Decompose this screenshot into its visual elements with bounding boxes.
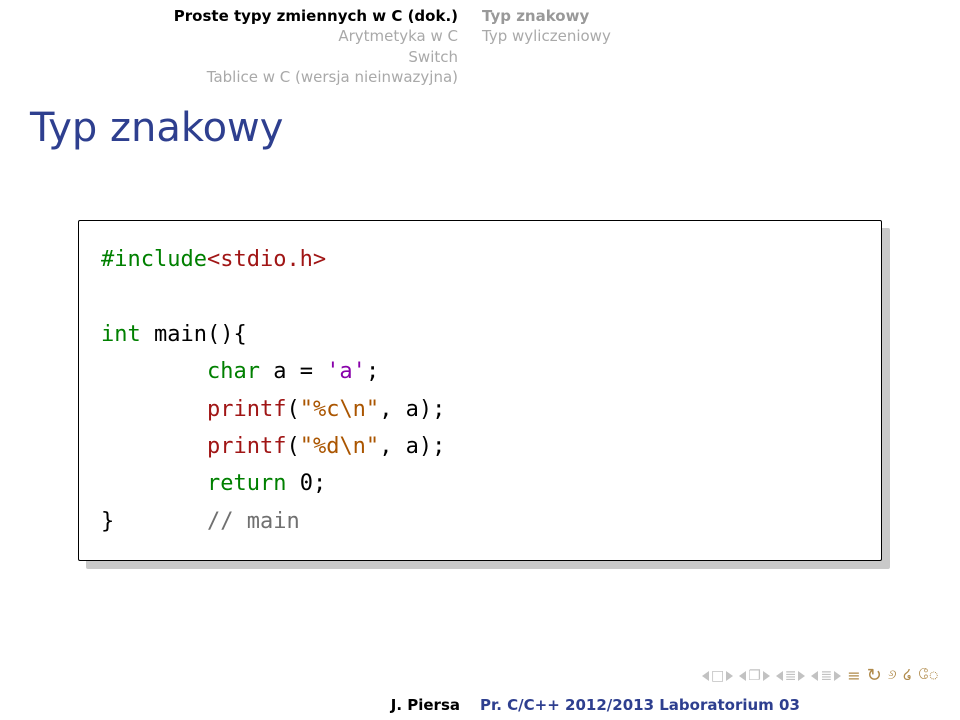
comment: // main — [207, 509, 300, 534]
code-line: return 0; — [101, 465, 859, 502]
nav-section-group[interactable]: ≣ — [811, 668, 841, 684]
header-subsection: Typ wyliczeniowy — [482, 26, 960, 46]
code-line: int main(){ — [101, 316, 859, 353]
code-indent — [101, 397, 207, 422]
next-slide-icon[interactable] — [726, 671, 733, 681]
char-literal: 'a' — [326, 359, 366, 384]
code-indent — [101, 359, 207, 384]
appendix-icon[interactable]: ୬ ໒ ே — [888, 667, 940, 685]
footer-course: Pr. C/C++ 2012/2013 Laboratorium 03 — [470, 696, 960, 714]
header-right-column: Typ znakowy Typ wyliczeniowy — [470, 6, 960, 87]
footer-author: J. Piersa — [0, 696, 470, 714]
nav-frame-group[interactable]: ❐ — [739, 668, 770, 684]
header-subsection-current: Typ znakowy — [482, 6, 960, 26]
code-text: } — [101, 509, 114, 534]
slide-icon: □ — [711, 668, 724, 684]
code-block: #include<stdio.h> int main(){ char a = '… — [78, 220, 882, 561]
code-text: ; — [366, 359, 379, 384]
keyword-int: int — [101, 322, 141, 347]
code-text: a = — [260, 359, 326, 384]
next-frame-icon[interactable] — [763, 671, 770, 681]
frame-icon: ❐ — [748, 668, 761, 684]
code-line: #include<stdio.h> — [101, 241, 859, 278]
next-section-icon[interactable] — [834, 671, 841, 681]
string-literal: "%d\n" — [300, 434, 379, 459]
nav-slide-group[interactable]: □ — [702, 668, 733, 684]
nav-subsection-group[interactable]: ≣ — [776, 668, 806, 684]
header-section: Tablice w C (wersja nieinwazyjna) — [0, 67, 458, 87]
header-left-column: Proste typy zmiennych w C (dok.) Arytmet… — [0, 6, 470, 87]
beamer-nav: □ ❐ ≣ ≣ ≡ ↻ ୬ ໒ ே — [702, 665, 940, 686]
fn-printf: printf — [207, 397, 286, 422]
prev-slide-icon[interactable] — [702, 671, 709, 681]
next-subsection-icon[interactable] — [798, 671, 805, 681]
summary-icon[interactable]: ≡ — [847, 666, 860, 685]
subsection-icon: ≣ — [785, 668, 797, 684]
code-line: printf("%d\n", a); — [101, 428, 859, 465]
code-text: , a); — [379, 434, 445, 459]
code-text: , a); — [379, 397, 445, 422]
keyword-return: return — [207, 471, 286, 496]
code-box: #include<stdio.h> int main(){ char a = '… — [78, 220, 882, 561]
code-line: } // main — [101, 503, 859, 540]
code-text: 0; — [286, 471, 326, 496]
header-section-current: Proste typy zmiennych w C (dok.) — [0, 6, 458, 26]
frame-title: Typ znakowy — [0, 87, 960, 151]
section-icon: ≣ — [820, 668, 832, 684]
keyword-char: char — [207, 359, 260, 384]
back-forward-icon[interactable]: ↻ — [867, 665, 882, 686]
slide-footer: J. Piersa Pr. C/C++ 2012/2013 Laboratori… — [0, 690, 960, 720]
keyword-include: #include — [101, 247, 207, 272]
header-section: Switch — [0, 47, 458, 67]
code-text: ( — [286, 397, 299, 422]
header-name: <stdio.h> — [207, 247, 326, 272]
slide: Proste typy zmiennych w C (dok.) Arytmet… — [0, 0, 960, 720]
prev-subsection-icon[interactable] — [776, 671, 783, 681]
header-section: Arytmetyka w C — [0, 26, 458, 46]
slide-header: Proste typy zmiennych w C (dok.) Arytmet… — [0, 0, 960, 87]
code-indent — [101, 434, 207, 459]
fn-printf: printf — [207, 434, 286, 459]
code-text: ( — [286, 434, 299, 459]
code-line-blank — [101, 278, 859, 315]
code-line: char a = 'a'; — [101, 353, 859, 390]
prev-frame-icon[interactable] — [739, 671, 746, 681]
string-literal: "%c\n" — [300, 397, 379, 422]
prev-section-icon[interactable] — [811, 671, 818, 681]
code-text: main(){ — [141, 322, 247, 347]
code-indent — [101, 471, 207, 496]
code-line: printf("%c\n", a); — [101, 391, 859, 428]
code-indent — [114, 509, 207, 534]
